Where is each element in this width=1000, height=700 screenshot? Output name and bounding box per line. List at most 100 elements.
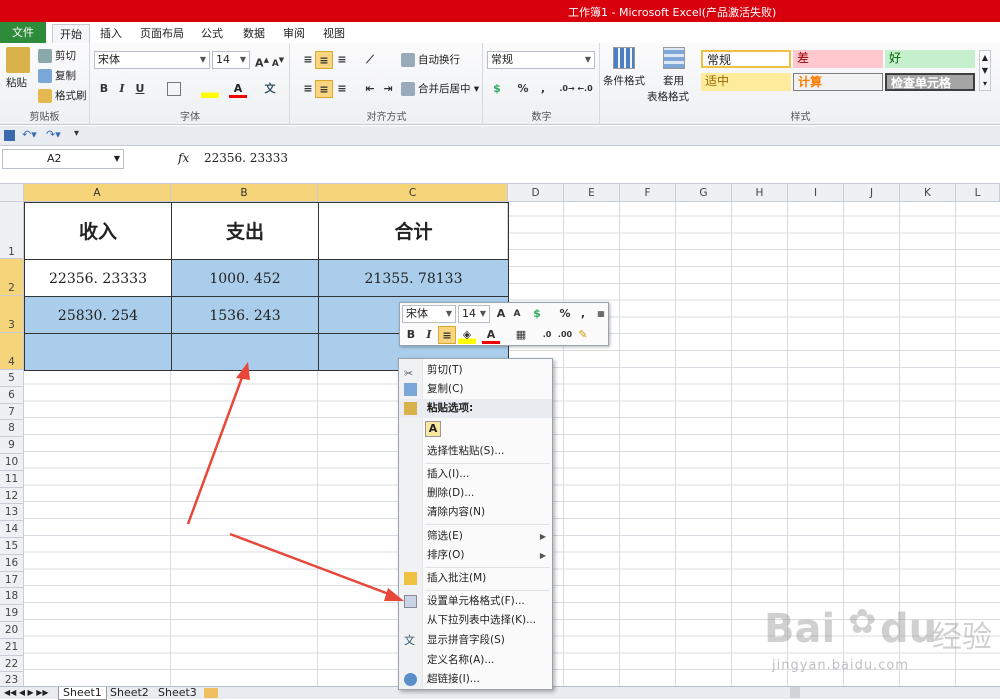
conditional-format-button[interactable]: 条件格式 [603, 73, 645, 89]
mini-bold-icon[interactable]: B [402, 326, 420, 344]
copy-button[interactable]: 复制 [38, 68, 76, 84]
format-painter-button[interactable]: 格式刷 [38, 88, 87, 104]
column-header[interactable]: B [171, 184, 318, 202]
sheet-tab-2[interactable]: Sheet2 [106, 687, 153, 699]
row-header[interactable]: 20 [0, 622, 24, 639]
row-header[interactable]: 12 [0, 487, 24, 505]
menu-insert-comment[interactable]: 插入批注(M) [399, 569, 552, 588]
menu-paste-special[interactable]: 选择性粘贴(S)... [399, 442, 552, 461]
row-header[interactable]: 15 [0, 538, 24, 555]
orientation-icon[interactable]: ⟋ [361, 51, 379, 69]
menu-format-cells[interactable]: 设置单元格格式(F)... [399, 592, 552, 611]
menu-define-name[interactable]: 定义名称(A)... [399, 651, 552, 670]
table-format-label-1[interactable]: 套用 [663, 73, 684, 89]
mini-percent-button[interactable]: % [556, 305, 574, 323]
column-header[interactable]: C [318, 184, 508, 202]
decrease-decimal-icon[interactable]: ←.0 [576, 80, 594, 98]
formula-input[interactable]: 22356. 23333 [204, 151, 288, 165]
column-header[interactable]: L [956, 184, 1000, 202]
column-header[interactable]: H [732, 184, 788, 202]
italic-button[interactable]: I [113, 80, 131, 98]
paste-icon[interactable] [6, 47, 30, 73]
select-all-corner[interactable] [0, 184, 24, 202]
menu-pick-from-list[interactable]: 从下拉列表中选择(K)... [399, 611, 552, 630]
redo-icon[interactable]: ↷▾ [46, 128, 61, 141]
cell-b3[interactable]: 1536. 243 [171, 296, 319, 334]
save-icon[interactable] [4, 130, 15, 141]
cell-b2[interactable]: 1000. 452 [171, 259, 319, 297]
cell-a3[interactable]: 25830. 254 [24, 296, 172, 334]
column-header[interactable]: J [844, 184, 900, 202]
tab-view[interactable]: 视图 [316, 24, 352, 44]
function-icon[interactable]: fx [178, 151, 189, 165]
cut-button[interactable]: 剪切 [38, 48, 76, 64]
align-middle-icon[interactable]: ≡ [315, 51, 333, 69]
mini-border-icon[interactable]: ▦ [512, 326, 530, 344]
scroll-split-icon[interactable] [790, 687, 800, 698]
row-header[interactable]: 2 [0, 259, 24, 296]
mini-comma-button[interactable]: , [574, 305, 592, 323]
row-header[interactable]: 6 [0, 386, 24, 404]
row-header[interactable]: 3 [0, 296, 24, 333]
insert-sheet-icon[interactable] [204, 688, 218, 698]
row-header[interactable]: 5 [0, 370, 24, 387]
mini-font-color-icon[interactable]: A [482, 326, 500, 344]
number-format-combo[interactable]: 常规 ▼ [487, 51, 595, 69]
row-header[interactable]: 21 [0, 638, 24, 656]
increase-decimal-icon[interactable]: .0→ [558, 80, 576, 98]
tab-formulas[interactable]: 公式 [194, 24, 230, 44]
align-center-icon[interactable]: ≡ [315, 80, 333, 98]
border-icon[interactable] [167, 82, 181, 96]
wrap-text-button[interactable]: 自动换行 [401, 52, 460, 68]
increase-indent-icon[interactable]: ⇥ [379, 80, 397, 98]
column-header[interactable]: G [676, 184, 732, 202]
table-icon[interactable]: ▦ [592, 305, 610, 323]
align-right-icon[interactable]: ≡ [333, 80, 351, 98]
cell-a1[interactable]: 收入 [24, 202, 172, 260]
menu-cut[interactable]: ✂ 剪切(T) [399, 361, 552, 380]
percent-button[interactable]: % [514, 80, 532, 98]
column-header[interactable]: F [620, 184, 676, 202]
mini-center-icon[interactable]: ≡ [438, 326, 456, 344]
font-size-combo[interactable]: 14 ▼ [212, 51, 250, 69]
row-header[interactable]: 10 [0, 454, 24, 471]
row-header[interactable]: 9 [0, 437, 24, 454]
align-bottom-icon[interactable]: ≡ [333, 51, 351, 69]
mini-fill-icon[interactable]: ◈ [458, 326, 476, 344]
style-calculation[interactable]: 计算 [793, 73, 883, 91]
bold-button[interactable]: B [95, 80, 113, 98]
mini-font-combo[interactable]: 宋体 ▼ [402, 305, 456, 323]
menu-hyperlink[interactable]: 超链接(I)... [399, 670, 552, 689]
tab-page-layout[interactable]: 页面布局 [134, 24, 190, 44]
menu-clear-contents[interactable]: 清除内容(N) [399, 503, 552, 522]
cell-c2[interactable]: 21355. 78133 [318, 259, 509, 297]
cell-c1[interactable]: 合计 [318, 202, 509, 260]
row-header[interactable]: 11 [0, 470, 24, 488]
decrease-indent-icon[interactable]: ⇤ [361, 80, 379, 98]
row-header[interactable]: 4 [0, 333, 24, 370]
currency-icon[interactable]: $ [488, 80, 506, 98]
comma-button[interactable]: , [534, 80, 552, 98]
tab-home[interactable]: 开始 [52, 24, 90, 44]
style-bad[interactable]: 差 [793, 50, 883, 68]
style-good[interactable]: 好 [885, 50, 975, 68]
sheet-tab-3[interactable]: Sheet3 [154, 687, 201, 699]
menu-delete[interactable]: 删除(D)... [399, 484, 552, 503]
column-header[interactable]: E [564, 184, 620, 202]
styles-scroll-icon[interactable]: ▲ ▼ ▾ [979, 50, 991, 91]
table-format-label-2[interactable]: 表格格式 [647, 89, 689, 105]
column-header[interactable]: A [24, 184, 171, 202]
mini-size-combo[interactable]: 14 ▼ [458, 305, 490, 323]
row-header[interactable]: 8 [0, 420, 24, 438]
name-box[interactable]: A2 ▼ [2, 149, 124, 169]
cell-b4[interactable] [171, 333, 319, 371]
tab-review[interactable]: 审阅 [276, 24, 312, 44]
row-header[interactable]: 7 [0, 403, 24, 421]
menu-insert[interactable]: 插入(I)... [399, 465, 552, 484]
paste-values-icon[interactable]: A [425, 421, 441, 437]
column-header[interactable]: K [900, 184, 956, 202]
increase-decimal-icon[interactable]: .0 [538, 326, 556, 344]
phonetic-icon[interactable]: 文 [261, 80, 279, 98]
menu-filter[interactable]: 筛选(E) ▶ [399, 527, 552, 546]
sheet-nav-icon[interactable]: ◀◀ ◀ ▶ ▶▶ [4, 687, 49, 699]
